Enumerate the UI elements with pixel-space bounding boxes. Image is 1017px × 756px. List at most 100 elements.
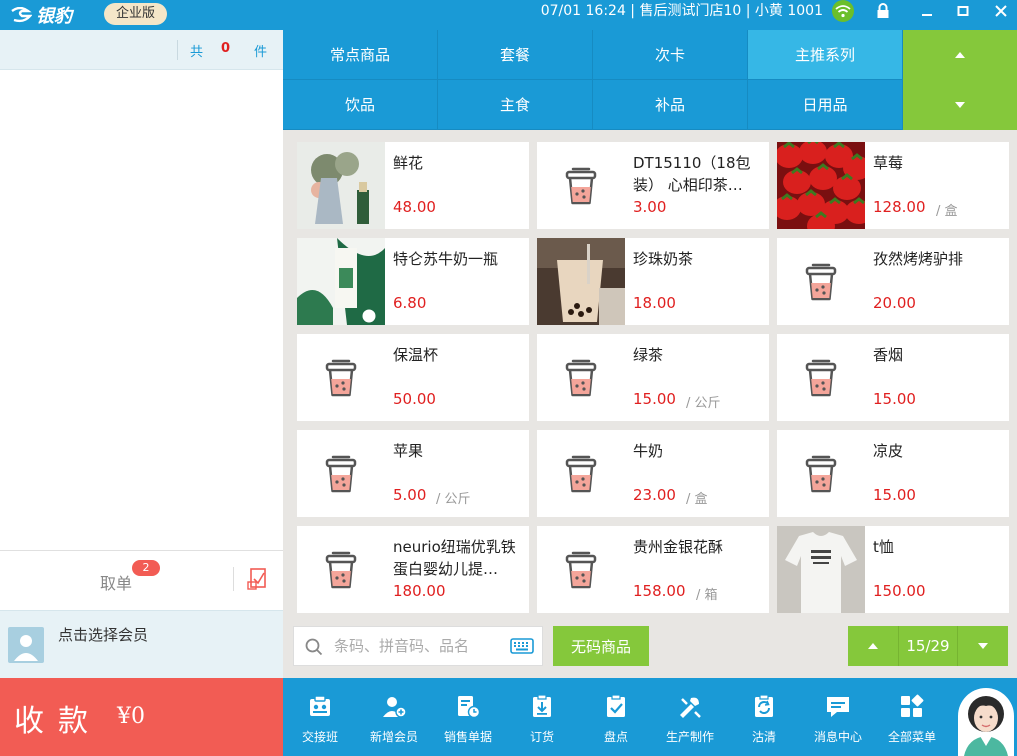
page-next-button[interactable] <box>958 626 1008 666</box>
lock-button[interactable] <box>868 0 898 22</box>
product-name: 贵州金银花酥 <box>633 538 724 556</box>
triangle-down-icon <box>978 643 988 649</box>
checkout-button[interactable]: 收款 ¥0 <box>0 678 283 756</box>
category-tab-active[interactable]: 主推系列 <box>748 30 903 80</box>
checkout-label: 收款 <box>14 704 102 739</box>
toolbar-button[interactable]: 消息中心 <box>801 678 875 756</box>
minimize-button[interactable] <box>912 0 942 22</box>
toolbar-button-label: 消息中心 <box>813 730 862 744</box>
product-card[interactable]: 香烟 15.00 <box>777 334 1009 421</box>
no-barcode-product-button[interactable]: 无码商品 <box>553 626 649 666</box>
product-card[interactable]: neurio纽瑞优乳铁蛋白婴幼儿提… 180.00 <box>297 526 529 613</box>
keyboard-icon[interactable] <box>510 638 534 654</box>
product-card[interactable]: DT15110（18包装） 心相印茶… 3.00 <box>537 142 769 229</box>
production-icon <box>680 697 701 718</box>
product-card[interactable]: 保温杯 50.00 <box>297 334 529 421</box>
menu-grid-icon <box>901 694 924 717</box>
item-unit: 件 <box>254 45 268 60</box>
pager: 15/29 <box>848 626 1008 666</box>
product-card[interactable]: t恤 150.00 <box>777 526 1009 613</box>
product-card[interactable]: 草莓 128.00 / 盒 <box>777 142 1009 229</box>
product-unit: / 公斤 <box>436 492 471 507</box>
search-input[interactable] <box>334 635 494 657</box>
member-prompt: 点击选择会员 <box>58 626 149 644</box>
category-tab[interactable]: 补品 <box>593 80 748 130</box>
category-tab-label: 日用品 <box>802 96 848 114</box>
category-tab[interactable]: 常点商品 <box>283 30 438 80</box>
close-icon <box>995 5 1007 17</box>
cup-icon <box>565 359 597 396</box>
maximize-button[interactable] <box>948 0 978 22</box>
assistant-avatar[interactable] <box>958 688 1014 756</box>
product-card[interactable]: 凉皮 15.00 <box>777 430 1009 517</box>
toolbar-button-label: 订货 <box>529 730 554 744</box>
product-card[interactable]: 鲜花 48.00 <box>297 142 529 229</box>
page-prev-button[interactable] <box>848 626 898 666</box>
toolbar-button[interactable]: 订货 <box>505 678 579 756</box>
product-thumbnail <box>777 142 865 229</box>
product-card[interactable]: 贵州金银花酥 158.00 / 箱 <box>537 526 769 613</box>
product-card[interactable]: 苹果 5.00 / 公斤 <box>297 430 529 517</box>
edition-badge: 企业版 <box>104 3 168 25</box>
toolbar-button[interactable]: 交接班 <box>283 678 357 756</box>
product-name: neurio纽瑞优乳铁蛋白婴幼儿提… <box>393 538 516 578</box>
category-scroll-down-button[interactable] <box>903 80 1017 130</box>
product-card[interactable]: 绿茶 15.00 / 公斤 <box>537 334 769 421</box>
product-thumbnail <box>777 334 865 421</box>
product-price: 3.00 <box>633 198 667 216</box>
product-price: 128.00 <box>873 198 926 216</box>
hold-order-icon[interactable] <box>246 567 270 591</box>
toolbar-button[interactable]: 盘点 <box>579 678 653 756</box>
cup-icon <box>325 359 357 396</box>
flower-photo-icon <box>297 142 385 229</box>
product-name: 草莓 <box>873 154 904 172</box>
product-card[interactable]: 牛奶 23.00 / 盒 <box>537 430 769 517</box>
product-thumbnail <box>537 238 625 325</box>
toolbar-button[interactable]: 生产制作 <box>653 678 727 756</box>
toolbar-button[interactable]: 销售单据 <box>431 678 505 756</box>
category-tab-label: 常点商品 <box>329 46 390 64</box>
category-tab[interactable]: 饮品 <box>283 80 438 130</box>
triangle-up-icon <box>868 643 878 649</box>
category-scroll-up-button[interactable] <box>903 30 1017 80</box>
status-text: 07/01 16:24 | 售后测试门店10 | 小黄 1001 <box>540 3 823 19</box>
category-tab-label: 饮品 <box>344 96 375 114</box>
tshirt-photo-icon <box>777 526 865 613</box>
product-grid: 鲜花 48.00 DT15110（18包装） 心相印茶… 3.00 草莓 128.00 / … <box>283 130 1017 614</box>
cup-icon <box>805 359 837 396</box>
category-tab[interactable]: 日用品 <box>748 80 903 130</box>
category-tab[interactable]: 主食 <box>438 80 593 130</box>
order-summary: 共 0 件 <box>0 30 283 70</box>
product-price: 15.00 <box>873 390 916 408</box>
title-bar: 银豹 企业版 07/01 16:24 | 售后测试门店10 | 小黄 1001 <box>0 0 1017 30</box>
divider <box>177 40 178 60</box>
toolbar-button[interactable]: 沽清 <box>727 678 801 756</box>
close-button[interactable] <box>986 0 1016 22</box>
product-thumbnail <box>297 142 385 229</box>
select-member-button[interactable]: 点击选择会员 <box>0 610 283 678</box>
product-card[interactable]: 孜然烤烤驴排 20.00 <box>777 238 1009 325</box>
pickup-order-button[interactable]: 取单 <box>100 570 132 594</box>
wifi-glyph-icon <box>835 5 851 18</box>
toolbar-button[interactable]: 新增会员 <box>357 678 431 756</box>
product-price: 158.00 <box>633 582 686 600</box>
category-tab[interactable]: 次卡 <box>593 30 748 80</box>
product-price: 15.00 <box>873 486 916 504</box>
product-price: 20.00 <box>873 294 916 312</box>
product-thumbnail <box>777 526 865 613</box>
strawberry-photo-icon <box>777 142 865 229</box>
product-thumbnail <box>537 142 625 229</box>
brand-logo: 银豹 <box>10 0 72 30</box>
product-thumbnail <box>297 334 385 421</box>
product-price: 5.00 <box>393 486 427 504</box>
order-item-list[interactable] <box>0 70 283 550</box>
sales-doc-icon <box>458 696 481 719</box>
product-card[interactable]: 特仑苏牛奶一瓶 6.80 <box>297 238 529 325</box>
toolbar-button[interactable]: 全部菜单 <box>875 678 949 756</box>
product-price: 48.00 <box>393 198 436 216</box>
product-price: 180.00 <box>393 582 446 600</box>
stocktake-icon <box>607 694 625 717</box>
product-card[interactable]: 珍珠奶茶 18.00 <box>537 238 769 325</box>
category-tab[interactable]: 套餐 <box>438 30 593 80</box>
pickup-row: 取单 2 <box>0 550 283 610</box>
